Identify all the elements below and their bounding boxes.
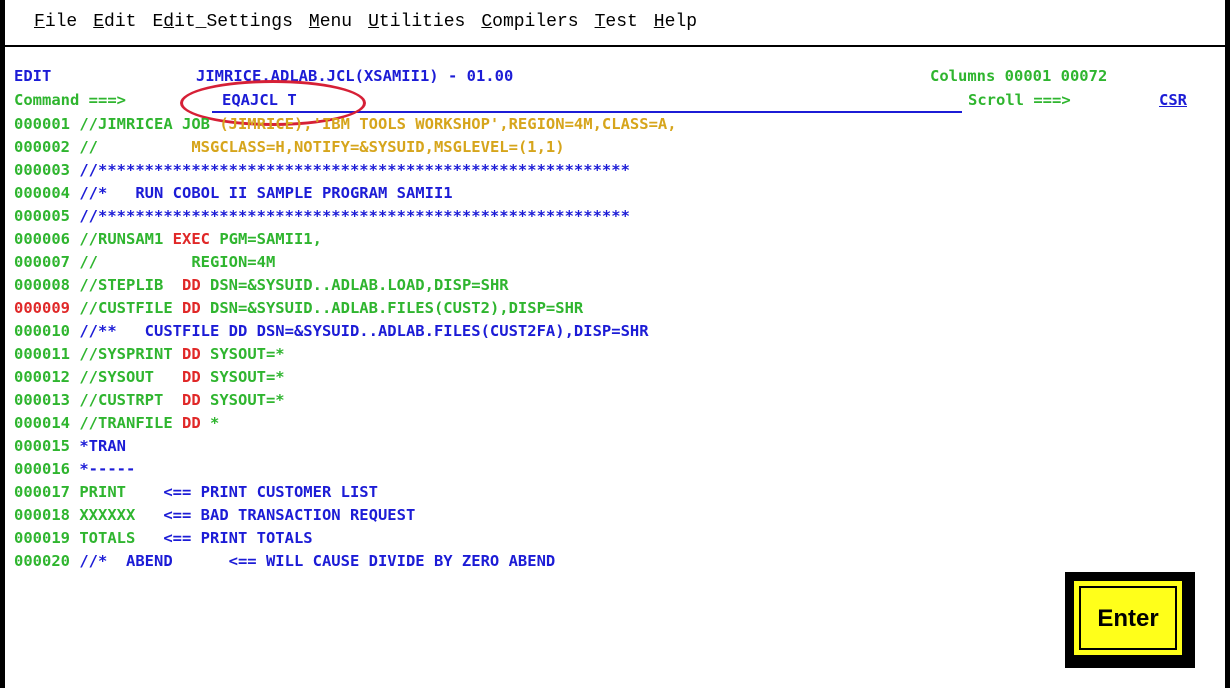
line-9[interactable]: 000009 //CUSTFILE DD DSN=&SYSUID..ADLAB.…	[14, 297, 583, 320]
line-text: //**************************************…	[70, 161, 630, 179]
menu-utilities[interactable]: Utilities	[368, 9, 465, 35]
line-20[interactable]: 000020 //* ABEND <== WILL CAUSE DIVIDE B…	[14, 550, 555, 573]
enter-key-button[interactable]: Enter	[1065, 572, 1195, 668]
line-number: 000012	[14, 368, 70, 386]
dataset-name: JIMRICE.ADLAB.JCL(XSAMII1) - 01.00	[196, 67, 514, 85]
command-input[interactable]	[212, 89, 962, 113]
menu-file[interactable]: File	[34, 9, 77, 35]
line-text: *-----	[70, 460, 136, 478]
line-text: //** CUSTFILE DD DSN=&SYSUID..ADLAB.FILE…	[70, 322, 649, 340]
line-number: 000020	[14, 552, 70, 570]
line-16[interactable]: 000016 *-----	[14, 458, 135, 481]
enter-key-label: Enter	[1097, 605, 1159, 632]
enter-key-face: Enter	[1071, 578, 1185, 658]
line-text: //**************************************…	[70, 207, 630, 225]
menu-separator	[5, 45, 1225, 47]
menu-menu[interactable]: Menu	[309, 9, 352, 35]
line-number: 000008	[14, 276, 70, 294]
line-19[interactable]: 000019 TOTALS <== PRINT TOTALS	[14, 527, 313, 550]
line-number: 000002	[14, 138, 70, 156]
line-7[interactable]: 000007 // REGION=4M	[14, 251, 275, 274]
line-number: 000010	[14, 322, 70, 340]
command-label: Command ===>	[14, 91, 126, 109]
line-11[interactable]: 000011 //SYSPRINT DD SYSOUT=*	[14, 343, 285, 366]
line-number: 000018	[14, 506, 70, 524]
line-8[interactable]: 000008 //STEPLIB DD DSN=&SYSUID..ADLAB.L…	[14, 274, 509, 297]
line-2[interactable]: 000002 // MSGCLASS=H,NOTIFY=&SYSUID,MSGL…	[14, 136, 565, 159]
menu-compilers[interactable]: Compilers	[481, 9, 578, 35]
line-number: 000003	[14, 161, 70, 179]
right-border	[1225, 0, 1230, 688]
menu-edit-settings[interactable]: Edit_Settings	[152, 9, 292, 35]
menu-help[interactable]: Help	[654, 9, 697, 35]
line-number: 000016	[14, 460, 70, 478]
line-number: 000001	[14, 115, 70, 133]
line-1[interactable]: 000001 //JIMRICEA JOB (JIMRICE),'IBM TOO…	[14, 113, 677, 136]
menu-edit[interactable]: Edit	[93, 9, 136, 35]
line-number: 000006	[14, 230, 70, 248]
line-10[interactable]: 000010 //** CUSTFILE DD DSN=&SYSUID..ADL…	[14, 320, 649, 343]
line-6[interactable]: 000006 //RUNSAM1 EXEC PGM=SAMII1,	[14, 228, 322, 251]
line-text: //* ABEND <== WILL CAUSE DIVIDE BY ZERO …	[70, 552, 556, 570]
line-14[interactable]: 000014 //TRANFILE DD *	[14, 412, 219, 435]
line-number: 000015	[14, 437, 70, 455]
line-text: //* RUN COBOL II SAMPLE PROGRAM SAMII1	[70, 184, 453, 202]
left-border	[0, 0, 5, 688]
line-text: *TRAN	[70, 437, 126, 455]
line-number: 000007	[14, 253, 70, 271]
menu-bar: File Edit Edit_Settings Menu Utilities C…	[34, 9, 697, 35]
line-15[interactable]: 000015 *TRAN	[14, 435, 126, 458]
columns-indicator: Columns 00001 00072	[930, 67, 1108, 85]
line-number: 000004	[14, 184, 70, 202]
edit-mode-label: EDIT	[14, 67, 52, 85]
menu-test[interactable]: Test	[595, 9, 638, 35]
line-number: 000011	[14, 345, 70, 363]
line-4[interactable]: 000004 //* RUN COBOL II SAMPLE PROGRAM S…	[14, 182, 453, 205]
line-number-flagged: 000009	[14, 299, 70, 317]
line-12[interactable]: 000012 //SYSOUT DD SYSOUT=*	[14, 366, 285, 389]
line-3[interactable]: 000003 //*******************************…	[14, 159, 630, 182]
line-number: 000019	[14, 529, 70, 547]
line-number: 000005	[14, 207, 70, 225]
line-5[interactable]: 000005 //*******************************…	[14, 205, 630, 228]
scroll-label: Scroll ===>	[968, 91, 1071, 109]
line-number: 000013	[14, 391, 70, 409]
line-number: 000014	[14, 414, 70, 432]
line-13[interactable]: 000013 //CUSTRPT DD SYSOUT=*	[14, 389, 285, 412]
line-18[interactable]: 000018 XXXXXX <== BAD TRANSACTION REQUES…	[14, 504, 415, 527]
scroll-amount-field[interactable]: CSR	[1159, 89, 1187, 112]
line-17[interactable]: 000017 PRINT <== PRINT CUSTOMER LIST	[14, 481, 378, 504]
ispf-editor-screen: File Edit Edit_Settings Menu Utilities C…	[0, 0, 1230, 688]
line-number: 000017	[14, 483, 70, 501]
